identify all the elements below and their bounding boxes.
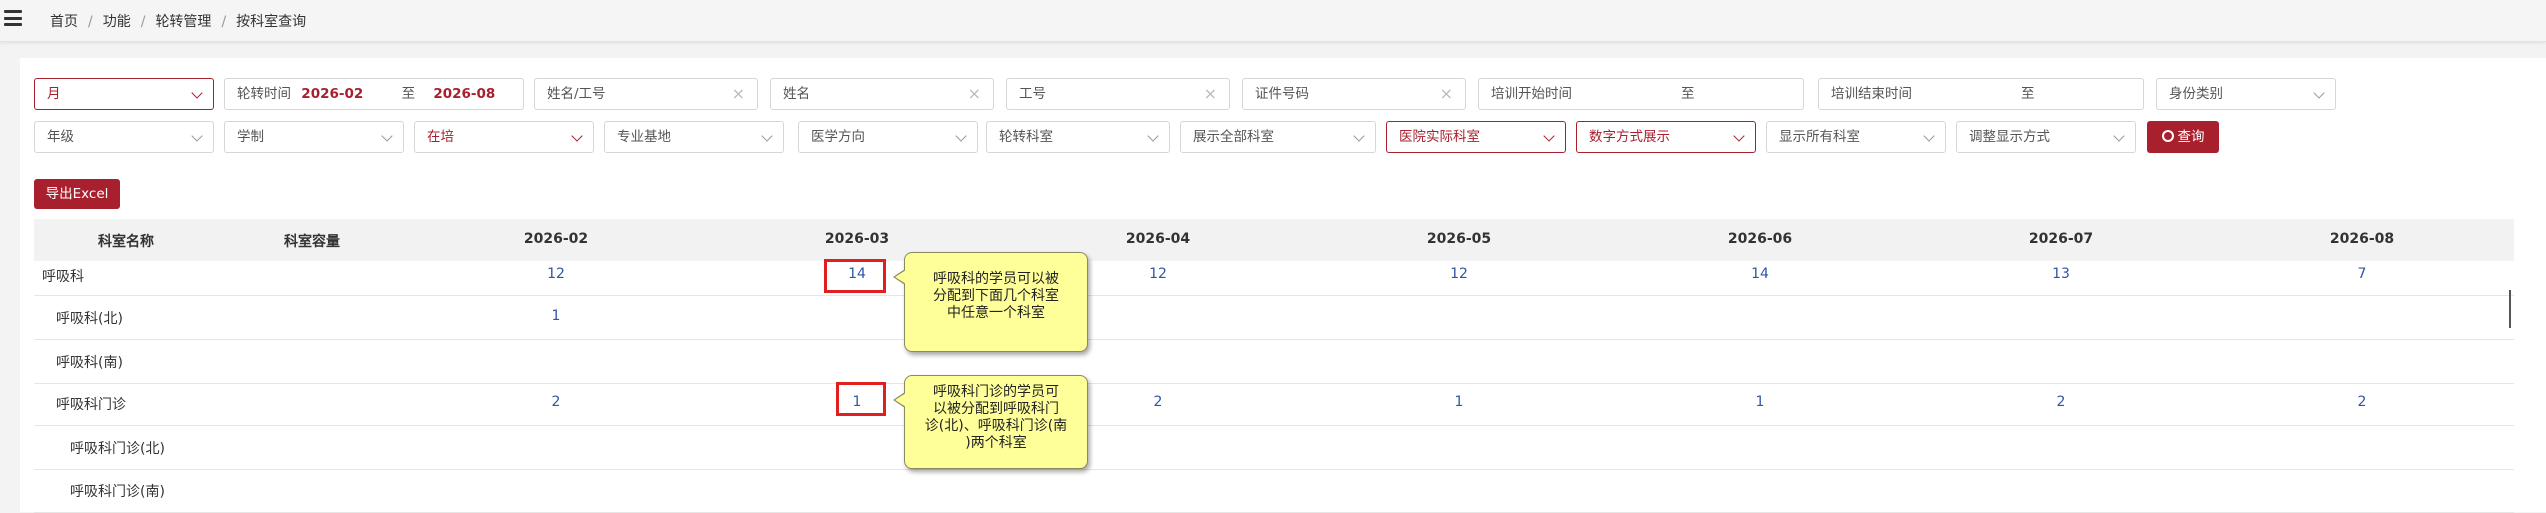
dept-name: 呼吸科门诊 (56, 397, 126, 413)
callout-line: 诊(北)、呼吸科门诊(南 (924, 418, 1068, 434)
count-cell[interactable]: 14 (1751, 266, 1769, 282)
callout-line: 中任意一个科室 (947, 305, 1045, 321)
table-row: 呼吸科门诊(北) (34, 426, 2514, 470)
count-cell[interactable]: 2 (2057, 394, 2066, 410)
callout-line: )两个科室 (965, 435, 1027, 451)
actual-dept-select[interactable]: 医院实际科室 (1386, 121, 1566, 153)
breadcrumb-function[interactable]: 功能 (103, 14, 131, 30)
program-select[interactable]: 学制 (224, 121, 404, 153)
adjust-display-select[interactable]: 调整显示方式 (1956, 121, 2136, 153)
breadcrumb-rotation-management[interactable]: 轮转管理 (155, 14, 211, 30)
col-month: 2026-07 (2028, 231, 2094, 247)
dept-name: 呼吸科门诊(北) (70, 441, 165, 457)
col-month: 2026-03 (824, 231, 890, 247)
chevron-down-icon (191, 87, 203, 99)
count-cell[interactable]: 12 (1450, 266, 1468, 282)
count-cell[interactable]: 2 (1154, 394, 1163, 410)
breadcrumb-current: 按科室查询 (236, 14, 307, 30)
col-month: 2026-04 (1125, 231, 1191, 247)
chevron-down-icon (955, 130, 967, 142)
count-cell[interactable]: 7 (2358, 266, 2367, 282)
train-end-range[interactable]: 培训结束时间 至 (1818, 78, 2144, 110)
grade-select[interactable]: 年级 (34, 121, 214, 153)
callout-line: 分配到下面几个科室 (933, 288, 1059, 304)
base-select[interactable]: 专业基地 (604, 121, 784, 153)
col-capacity: 科室容量 (284, 234, 340, 250)
callout-note: 呼吸科门诊的学员可 以被分配到呼吸科门 诊(北)、呼吸科门诊(南 )两个科室 (893, 375, 1088, 469)
identity-select[interactable]: 身份类别 (2156, 78, 2336, 110)
dept-name: 呼吸科(北) (56, 311, 123, 327)
col-month: 2026-08 (2329, 231, 2395, 247)
breadcrumb: 首页 / 功能 / 轮转管理 / 按科室查询 (50, 14, 307, 30)
clear-icon[interactable]: × (1204, 79, 1217, 109)
clear-icon[interactable]: × (1440, 79, 1453, 109)
table-header: 科室名称 科室容量 2026-02 2026-03 2026-04 2026-0… (34, 219, 2514, 261)
count-cell[interactable]: 2 (552, 394, 561, 410)
table-row: 呼吸科(北) 1 (34, 296, 2514, 340)
dept-name: 呼吸科门诊(南) (70, 484, 165, 500)
callout-note: 呼吸科的学员可以被 分配到下面几个科室 中任意一个科室 (893, 252, 1088, 352)
col-month: 2026-02 (523, 231, 589, 247)
clear-icon[interactable]: × (732, 79, 745, 109)
table-row: 呼吸科 12 14 12 12 14 13 7 (34, 261, 2514, 296)
menu-icon[interactable] (4, 10, 22, 26)
chevron-down-icon (1147, 130, 1159, 142)
search-button[interactable]: 查询 (2147, 121, 2219, 153)
show-all-depts-select[interactable]: 展示全部科室 (1180, 121, 1376, 153)
chevron-down-icon (381, 130, 393, 142)
count-cell[interactable]: 12 (547, 266, 565, 282)
callout-line: 呼吸科门诊的学员可 (933, 384, 1059, 400)
col-dept-name: 科室名称 (98, 234, 154, 250)
count-cell[interactable]: 2 (2358, 394, 2367, 410)
col-month: 2026-06 (1727, 231, 1793, 247)
id-number-input[interactable]: 证件号码 × (1242, 78, 1466, 110)
rotation-start-input[interactable]: 2026-02 (301, 86, 363, 102)
name-input[interactable]: 姓名 × (770, 78, 994, 110)
chevron-down-icon (761, 130, 773, 142)
status-select[interactable]: 在培 (414, 121, 594, 153)
chevron-down-icon (191, 130, 203, 142)
breadcrumb-home[interactable]: 首页 (50, 14, 78, 30)
scrollbar[interactable] (2509, 290, 2511, 328)
chevron-down-icon (2313, 87, 2325, 99)
chevron-down-icon (1733, 130, 1745, 142)
show-all-rooms-select[interactable]: 显示所有科室 (1766, 121, 1946, 153)
callout-line: 以被分配到呼吸科门 (933, 401, 1059, 417)
export-excel-button[interactable]: 导出Excel (34, 179, 120, 209)
highlight-box (824, 259, 886, 293)
count-cell[interactable]: 1 (1756, 394, 1765, 410)
chevron-down-icon (2113, 130, 2125, 142)
table-row: 呼吸科(南) (34, 340, 2514, 384)
top-bar: 首页 / 功能 / 轮转管理 / 按科室查询 (0, 0, 2546, 42)
chevron-down-icon (1353, 130, 1365, 142)
col-month: 2026-05 (1426, 231, 1492, 247)
highlight-box (836, 382, 886, 416)
rotation-time-range[interactable]: 轮转时间 2026-02 至 2026-08 (224, 78, 524, 110)
dept-name: 呼吸科 (42, 269, 84, 285)
count-cell[interactable]: 13 (2052, 266, 2070, 282)
rotation-dept-select[interactable]: 轮转科室 (986, 121, 1170, 153)
search-icon (2161, 130, 2174, 142)
train-start-range[interactable]: 培训开始时间 至 (1478, 78, 1804, 110)
rotation-end-input[interactable]: 2026-08 (433, 86, 495, 102)
number-display-select[interactable]: 数字方式展示 (1576, 121, 1756, 153)
count-cell[interactable]: 12 (1149, 266, 1167, 282)
chevron-down-icon (1543, 130, 1555, 142)
dept-name: 呼吸科(南) (56, 355, 123, 371)
direction-select[interactable]: 医学方向 (798, 121, 978, 153)
callout-line: 呼吸科的学员可以被 (933, 271, 1059, 287)
count-cell[interactable]: 1 (552, 308, 561, 324)
staff-id-input[interactable]: 工号 × (1006, 78, 1230, 110)
table-row: 呼吸科门诊 2 1 2 1 1 2 2 (34, 382, 2514, 426)
chevron-down-icon (571, 130, 583, 142)
chevron-down-icon (1923, 130, 1935, 142)
name-or-id-input[interactable]: 姓名/工号 × (534, 78, 758, 110)
table-row: 呼吸科门诊(南) (34, 469, 2514, 513)
period-select[interactable]: 月 (34, 78, 214, 110)
clear-icon[interactable]: × (968, 79, 981, 109)
count-cell[interactable]: 1 (1455, 394, 1464, 410)
